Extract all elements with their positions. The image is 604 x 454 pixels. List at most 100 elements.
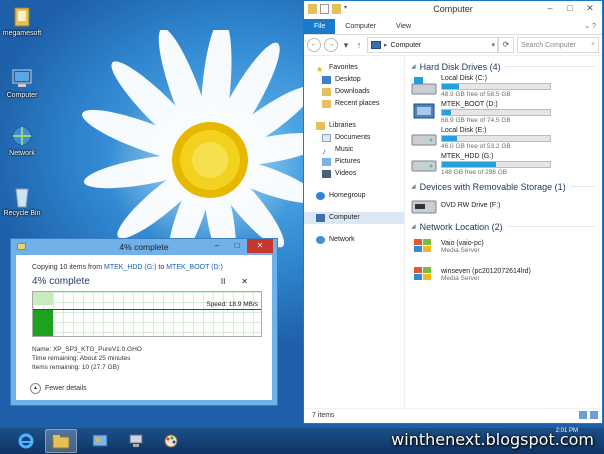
taskbar-network-share[interactable] <box>120 429 152 453</box>
group-network-location[interactable]: ◢ Network Location (2) <box>411 220 596 233</box>
drive-item[interactable]: MTEK_HDD (G:) 148 GB free of 298 GB <box>411 151 596 177</box>
nav-network[interactable]: Network <box>304 234 404 246</box>
hard-drive-icon <box>411 134 437 146</box>
computer-icon <box>371 41 381 49</box>
pause-button[interactable]: II <box>221 277 225 286</box>
drive-item[interactable]: Local Disk (E:) 46.0 GB free of 53.2 GB <box>411 125 596 151</box>
speed-label: Speed: 18.9 MB/s <box>206 301 258 308</box>
address-field[interactable]: ▸ Computer ▾ <box>367 37 498 53</box>
up-button[interactable]: ↑ <box>354 40 364 50</box>
file-name: Name: XP_SP3_KTG_PureV1.0.GHO <box>32 346 142 353</box>
maximize-button[interactable]: □ <box>560 1 580 17</box>
close-button[interactable]: ✕ <box>580 1 600 17</box>
back-button[interactable]: ← <box>307 38 321 52</box>
desktop-icon-recycle-bin[interactable]: Recycle Bin <box>0 186 44 217</box>
nav-music[interactable]: ♪ Music <box>304 144 404 156</box>
pictures-icon <box>322 158 331 166</box>
source-link[interactable]: MTEK_HDD (G:) <box>104 264 157 271</box>
drive-item[interactable]: Local Disk (C:) 48.9 GB free of 58.5 GB <box>411 73 596 99</box>
hard-drive-icon <box>411 160 437 172</box>
folder-icon <box>10 6 34 28</box>
nav-libraries[interactable]: Libraries <box>304 120 404 132</box>
fewer-details-button[interactable]: ▲ Fewer details <box>30 383 87 394</box>
dialog-minimize-button[interactable]: – <box>207 239 227 253</box>
nav-downloads[interactable]: Downloads <box>304 86 404 98</box>
taskbar-file-explorer[interactable] <box>45 429 77 453</box>
file-explorer-icon <box>52 434 70 450</box>
transfer-speed-graph: Speed: 18.9 MB/s <box>32 291 262 337</box>
network-location-item[interactable]: Vaio (vaio-pc) Media Server <box>411 233 596 261</box>
drive-name: Local Disk (C:) <box>441 74 487 82</box>
details-view-icon[interactable] <box>579 411 587 419</box>
breadcrumb-separator-icon: ▸ <box>384 42 388 49</box>
collapse-arrow-icon[interactable]: ◢ <box>411 223 416 230</box>
desktop-icon-label: Network <box>9 150 35 157</box>
nav-pictures[interactable]: Pictures <box>304 156 404 168</box>
dialog-close-button[interactable]: ✕ <box>247 239 273 253</box>
address-dropdown-icon[interactable]: ▾ <box>491 41 495 49</box>
network-share-icon <box>127 433 145 449</box>
drive-item[interactable]: MTEK_BOOT (D:) 68.9 GB free of 74.5 GB <box>411 99 596 125</box>
desktop-icon-network[interactable]: Network <box>0 126 44 157</box>
nav-computer[interactable]: Computer <box>304 212 404 224</box>
chevron-up-icon: ▲ <box>30 383 41 394</box>
percent-complete: 4% complete <box>32 276 90 287</box>
ribbon-expand-icon[interactable]: ⌄ ? <box>578 19 602 34</box>
windows-media-player-icon <box>414 267 431 280</box>
tab-view[interactable]: View <box>386 19 421 34</box>
dialog-body: Copying 10 items from MTEK_HDD (G:) to M… <box>16 255 272 400</box>
documents-icon <box>322 134 331 142</box>
taskbar-control-panel[interactable] <box>84 429 116 453</box>
drive-free-space: 48.9 GB free of 58.5 GB <box>441 90 511 98</box>
desktop-icon-megamesoft[interactable]: megamesoft <box>0 6 44 37</box>
explorer-window: ▾ Computer – □ ✕ File Computer View ⌄ ? … <box>303 0 603 424</box>
desktop-icon <box>322 76 331 84</box>
taskbar-internet-explorer[interactable] <box>10 429 42 453</box>
status-bar: 7 items <box>304 408 602 423</box>
collapse-arrow-icon[interactable]: ◢ <box>411 63 416 70</box>
dialog-maximize-button[interactable]: □ <box>227 239 247 253</box>
homegroup-icon <box>316 192 325 200</box>
drive-name: MTEK_BOOT (D:) <box>441 100 498 108</box>
nav-homegroup[interactable]: Homegroup <box>304 190 404 202</box>
destination-link[interactable]: MTEK_BOOT (D:) <box>166 264 223 271</box>
nav-desktop[interactable]: Desktop <box>304 74 404 86</box>
cancel-button[interactable]: ✕ <box>241 277 248 286</box>
refresh-button[interactable]: ⟳ <box>498 37 514 53</box>
drive-name: DVD RW Drive (F:) <box>441 201 501 209</box>
taskbar: 2:01 PM winthenext.blogspot.com <box>0 428 604 454</box>
computer-icon <box>10 68 34 90</box>
content-pane: ◢ Hard Disk Drives (4) Local Disk (C:) 4… <box>405 56 602 409</box>
taskbar-paint[interactable] <box>155 429 187 453</box>
group-removable-storage[interactable]: ◢ Devices with Removable Storage (1) <box>411 180 596 193</box>
tab-computer[interactable]: Computer <box>335 19 386 34</box>
recycle-bin-icon <box>10 186 34 208</box>
forward-button[interactable]: → <box>324 38 338 52</box>
dialog-titlebar[interactable]: 4% complete – □ ✕ <box>11 239 277 255</box>
search-placeholder: Search Computer <box>521 41 576 49</box>
nav-favorites[interactable]: ★ Favorites <box>304 62 404 74</box>
nav-videos[interactable]: Videos <box>304 168 404 180</box>
usb-drive-icon <box>413 103 435 119</box>
explorer-titlebar[interactable]: ▾ Computer – □ ✕ <box>304 1 602 19</box>
recent-locations-icon[interactable]: ▾ <box>341 40 351 51</box>
copy-details: Name: XP_SP3_KTG_PureV1.0.GHO Time remai… <box>32 345 260 372</box>
progress-top-band <box>33 292 53 305</box>
drive-usage-bar <box>441 108 551 116</box>
large-icons-view-icon[interactable] <box>590 411 598 419</box>
tab-file[interactable]: File <box>304 19 336 34</box>
dvd-drive-item[interactable]: DVD RW Drive (F:) <box>411 193 596 217</box>
network-location-item[interactable]: winseven (pc2012072614lrd) Media Server <box>411 261 596 289</box>
drive-usage-bar <box>441 160 551 168</box>
network-icon <box>316 236 325 244</box>
network-location-type: Media Server <box>441 247 480 254</box>
nav-documents[interactable]: Documents <box>304 132 404 144</box>
group-hard-disk-drives[interactable]: ◢ Hard Disk Drives (4) <box>411 60 596 73</box>
search-input[interactable]: Search Computer ⌕ <box>517 37 599 53</box>
collapse-arrow-icon[interactable]: ◢ <box>411 183 416 190</box>
nav-recent-places[interactable]: Recent places <box>304 98 404 110</box>
drive-usage-bar <box>441 82 551 90</box>
desktop-icon-computer[interactable]: Computer <box>0 68 44 99</box>
progress-fill <box>33 310 53 336</box>
minimize-button[interactable]: – <box>540 1 560 17</box>
